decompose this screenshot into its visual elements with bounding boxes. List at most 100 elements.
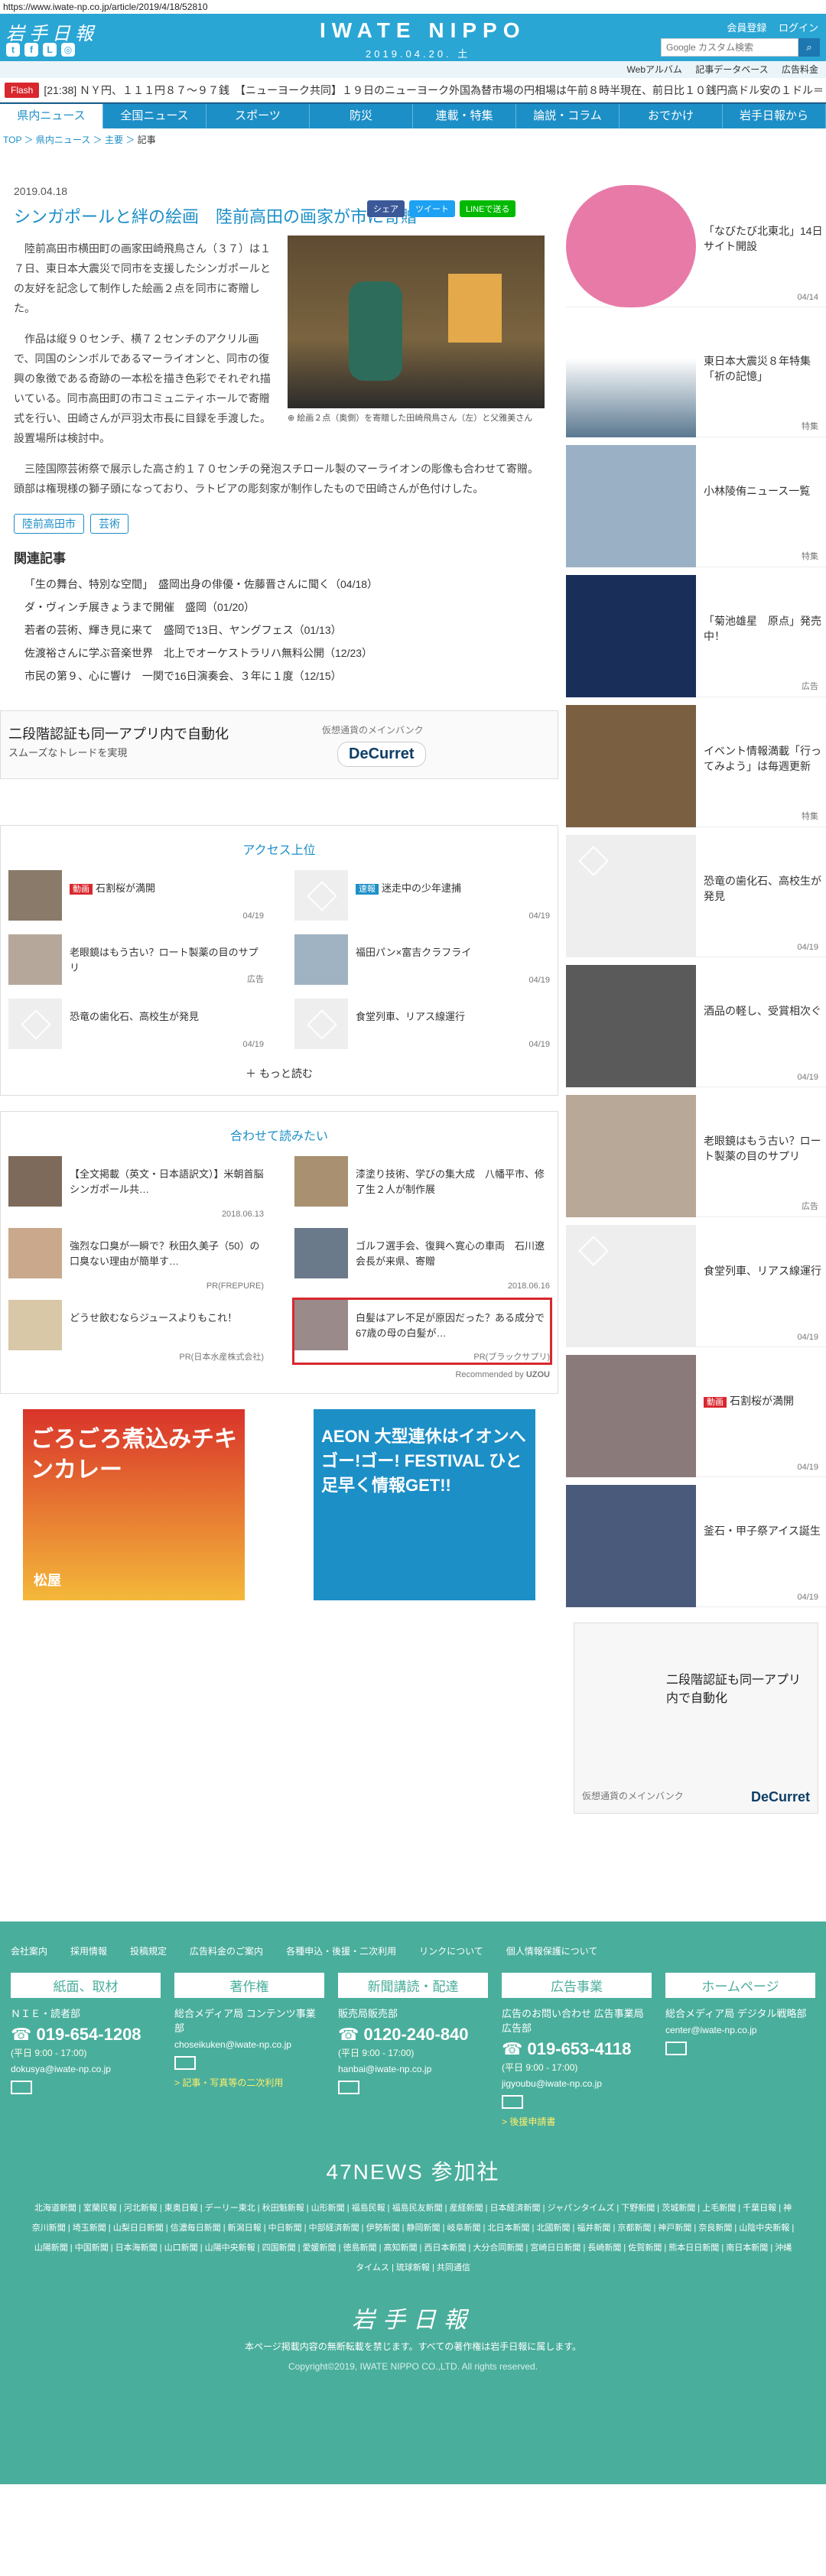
nav-outing[interactable]: おでかけ <box>620 104 723 128</box>
contact-heading: 著作権 <box>174 1973 324 1998</box>
facebook-icon[interactable]: f <box>24 43 38 57</box>
recommend-item[interactable]: 【全文掲載（英文・日本語訳文）】米朝首脳シンガポール共… 2018.06.13 <box>8 1156 264 1219</box>
footer-link[interactable]: 広告料金のご案内 <box>190 1944 263 1957</box>
line-share-button[interactable]: LINEで送る <box>460 200 516 217</box>
side-item[interactable]: 「なびたび北東北」14日サイト開設 04/14 <box>566 177 826 307</box>
access-item[interactable]: 恐竜の歯化石、高校生が発見 04/19 <box>8 999 264 1049</box>
side-thumb <box>566 185 696 307</box>
mail-icon[interactable] <box>11 2081 32 2094</box>
mail-icon[interactable] <box>502 2095 523 2109</box>
access-item[interactable]: 福田パン×富吉クラフライ 04/19 <box>294 934 550 985</box>
contact-email[interactable]: dokusya@iwate-np.co.jp <box>11 2064 161 2074</box>
access-date: 04/19 <box>528 1040 550 1049</box>
side-item[interactable]: 酒品の軽し、受賞相次ぐ 04/19 <box>566 957 826 1087</box>
mail-icon[interactable] <box>338 2081 359 2094</box>
more-button[interactable]: ＋ もっと読む <box>8 1066 550 1081</box>
twitter-icon[interactable]: t <box>6 43 20 57</box>
footer-logo[interactable]: 岩手日報 <box>0 2301 826 2334</box>
contact-email[interactable]: hanbai@iwate-np.co.jp <box>338 2064 488 2074</box>
photo-image[interactable] <box>288 236 545 408</box>
contact-phone[interactable]: ☎ 0120-240-840 <box>338 2025 488 2045</box>
footer-link[interactable]: リンクについて <box>419 1944 483 1957</box>
nav-series[interactable]: 連載・特集 <box>413 104 516 128</box>
access-text: 石割桜が満開 <box>96 882 156 894</box>
nav-sports[interactable]: スポーツ <box>206 104 310 128</box>
sponsor-link[interactable]: > 後援申請書 <box>502 2115 652 2128</box>
matsuya-ad[interactable]: ごろごろ煮込みチキンカレー 松屋 <box>23 1409 245 1600</box>
access-item[interactable]: 食堂列車、リアス線運行 04/19 <box>294 999 550 1049</box>
instagram-icon[interactable]: ◎ <box>61 43 75 57</box>
nav-local-news[interactable]: 県内ニュース <box>0 104 103 128</box>
contact-phone[interactable]: ☎ 019-654-1208 <box>11 2025 161 2045</box>
recommend-item[interactable]: 強烈な口臭が一瞬で？秋田久美子（50）の口臭ない理由が簡単す… PR(FREPU… <box>8 1228 264 1291</box>
side-item[interactable]: 「菊池雄星 原点」発売中！ 広告 <box>566 567 826 697</box>
side-item[interactable]: 食堂列車、リアス線運行 04/19 <box>566 1217 826 1347</box>
line-icon[interactable]: L <box>43 43 57 57</box>
related-link[interactable]: 佐渡裕さんに学ぶ音楽世界 北上でオーケストラリハ無料公開（12/23） <box>24 642 545 664</box>
related-heading: 関連記事 <box>14 551 66 566</box>
tag-rikuzentakata[interactable]: 陸前高田市 <box>14 514 84 534</box>
twitter-share-button[interactable]: ツイート <box>409 200 455 217</box>
access-thumb <box>8 934 62 985</box>
register-link[interactable]: 会員登録 <box>727 22 766 34</box>
nav-national-news[interactable]: 全国ニュース <box>103 104 206 128</box>
recommend-item[interactable]: ゴルフ選手会、復興へ寛心の車両 石川遼会長が来県、寄贈 2018.06.16 <box>294 1228 550 1291</box>
contact-phone[interactable]: ☎ 019-653-4118 <box>502 2039 652 2059</box>
related-link[interactable]: ダ・ヴィンチ展きょうまで開催 盛岡（01/20） <box>24 596 545 619</box>
side-item[interactable]: 動画 石割桜が満開 04/19 <box>566 1347 826 1477</box>
47news-papers[interactable]: 北海道新聞 | 室蘭民報 | 河北新報 | 東奥日報 | デーリー東北 | 秋田… <box>31 2198 795 2278</box>
sublink-database[interactable]: 記事データベース <box>695 64 768 75</box>
side-item[interactable]: 東日本大震災８年特集「祈の記憶」 特集 <box>566 307 826 437</box>
flash-text[interactable]: [21:38] ＮＹ円、１１１円８７～９７銭 【ニューヨーク共同】１９日のニュー… <box>44 83 826 98</box>
side-item[interactable]: 小林陵侑ニュース一覧 特集 <box>566 437 826 567</box>
nav-from-nippo[interactable]: 岩手日報から <box>723 104 826 128</box>
side-item[interactable]: イベント情報満載「行ってみよう」は毎週更新 特集 <box>566 697 826 827</box>
side-item[interactable]: 恐竜の歯化石、高校生が発見 04/19 <box>566 827 826 957</box>
side-decurret-ad[interactable]: 二段階認証も同一アプリ内で自動化 仮想通貨のメインバンク DeCurret <box>574 1623 818 1814</box>
recommend-item[interactable]: どうせ飲むならジュースよりもこれ！ PR(日本水産株式会社) <box>8 1300 264 1363</box>
site-logo[interactable]: 岩手日報 <box>6 18 98 45</box>
related-link[interactable]: 「生の舞台、特別な空間」 盛岡出身の俳優・佐藤晋さんに聞く（04/18） <box>24 573 545 596</box>
breadcrumb-main[interactable]: 主要 <box>105 135 123 145</box>
nav-disaster[interactable]: 防災 <box>310 104 413 128</box>
reuse-link[interactable]: > 記事・写真等の二次利用 <box>174 2076 324 2089</box>
contact-dept: 総合メディア局 コンテンツ事業部 <box>174 2008 316 2034</box>
side-item[interactable]: 老眼鏡はもう古い？ロート製薬の目のサプリ 広告 <box>566 1087 826 1217</box>
access-item[interactable]: 老眼鏡はもう古い？ロート製薬の目のサプリ 広告 <box>8 934 264 985</box>
article-date: 2019.04.18 <box>14 185 68 197</box>
recommend-item[interactable]: 漆塗り技術、学びの集大成 八幡平市、修了生２人が制作展 <box>294 1156 550 1219</box>
search-button[interactable]: ⌕ <box>798 38 820 57</box>
related-link[interactable]: 市民の第９、心に響け 一関で16日演奏会、３年に１度（12/15） <box>24 664 545 687</box>
sublink-album[interactable]: Webアルバム <box>627 64 682 75</box>
placeholder-thumb <box>566 1225 696 1347</box>
footer-contacts: 紙面、取材 ＮＩＥ・読者部 ☎ 019-654-1208 (平日 9:00 - … <box>0 1957 826 2128</box>
sublink-adrates[interactable]: 広告料金 <box>782 64 818 75</box>
aeon-ad[interactable]: AEON 大型連休はイオンへ ゴー!ゴー! FESTIVAL ひと足早く情報GE… <box>314 1409 535 1600</box>
contact-heading: 広告事業 <box>502 1973 652 1998</box>
side-item[interactable]: 釜石・甲子祭アイス誕生 04/19 <box>566 1477 826 1607</box>
breadcrumb-top[interactable]: TOP <box>3 135 21 145</box>
nav-opinion[interactable]: 論説・コラム <box>516 104 620 128</box>
footer-link[interactable]: 投稿規定 <box>130 1944 167 1957</box>
mail-icon[interactable] <box>174 2056 196 2070</box>
decurret-banner[interactable]: 二段階認証も同一アプリ内で自動化 スムーズなトレードを実現 仮想通貨のメインバン… <box>0 710 558 779</box>
tag-art[interactable]: 芸術 <box>90 514 128 534</box>
footer-link[interactable]: 採用情報 <box>70 1944 107 1957</box>
footer-link[interactable]: 個人情報保護について <box>506 1944 598 1957</box>
contact-email[interactable]: jigyoubu@iwate-np.co.jp <box>502 2078 652 2089</box>
facebook-share-button[interactable]: シェア <box>367 200 405 217</box>
contact-email[interactable]: center@iwate-np.co.jp <box>665 2025 815 2035</box>
recommend-date: PR(FREPURE) <box>206 1282 264 1291</box>
footer-link[interactable]: 各種申込・後援・二次利用 <box>286 1944 396 1957</box>
access-item[interactable]: 動画 石割桜が満開 04/19 <box>8 870 264 921</box>
access-item[interactable]: 速報 迷走中の少年逮捕 04/19 <box>294 870 550 921</box>
breadcrumb-local[interactable]: 県内ニュース <box>36 135 90 145</box>
contact-email[interactable]: choseikuken@iwate-np.co.jp <box>174 2039 324 2050</box>
related-link[interactable]: 若者の芸術、輝き見に来て 盛岡で13日、ヤングフェス（01/13） <box>24 619 545 642</box>
login-link[interactable]: ログイン <box>779 22 818 34</box>
article-tags: 陸前高田市 芸術 <box>14 514 545 534</box>
recommend-item-highlighted[interactable]: 白髪はアレ不足が原因だった？ある成分で67歳の母の白髪が… PR(ブラックサプリ… <box>292 1298 552 1365</box>
mail-icon[interactable] <box>665 2042 687 2055</box>
search-input[interactable] <box>661 38 798 57</box>
footer-link[interactable]: 会社案内 <box>11 1944 47 1957</box>
